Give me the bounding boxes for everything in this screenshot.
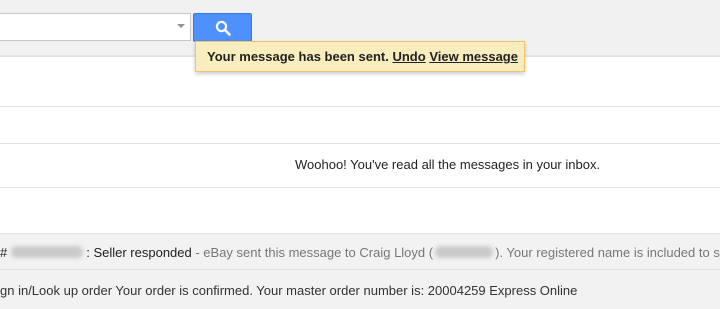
inbox-empty-message: Woohoo! You've read all the messages in … [295, 157, 601, 172]
email-snippet: - eBay sent this message to Craig Lloyd … [191, 245, 434, 260]
search-button[interactable] [193, 13, 252, 42]
email-snippet-continued: ). Your registered name is included to s… [495, 245, 720, 260]
email-subject: : Seller responded [86, 245, 192, 260]
redacted-order-number [11, 246, 84, 258]
notification-text: Your message has been sent. [207, 49, 389, 64]
view-message-link[interactable]: View message [429, 49, 518, 64]
search-icon [215, 20, 231, 36]
message-sent-notification: Your message has been sent. Undo View me… [195, 41, 525, 72]
list-row-blank [0, 187, 720, 233]
list-row-blank [0, 106, 720, 143]
search-options-dropdown-icon[interactable] [177, 24, 185, 28]
email-row[interactable]: # : Seller responded - eBay sent this mes… [0, 233, 720, 269]
undo-link[interactable]: Undo [392, 49, 425, 64]
inbox-empty-row: Woohoo! You've read all the messages in … [0, 143, 720, 187]
email-subject-prefix: # [0, 245, 8, 260]
email-row[interactable]: gn in/Look up order Your order is confir… [0, 269, 720, 309]
redacted-email-address [435, 246, 494, 258]
search-input[interactable] [0, 13, 191, 41]
email-row-content: # : Seller responded - eBay sent this mes… [0, 245, 720, 260]
